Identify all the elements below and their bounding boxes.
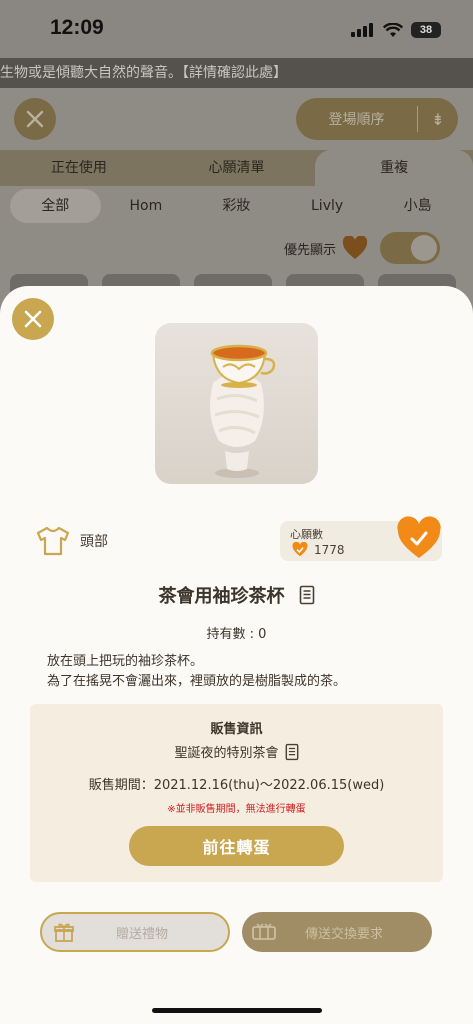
clothing-icon — [36, 526, 70, 556]
sort-icon: ⇟ — [431, 109, 445, 129]
status-time: 12:09 — [50, 16, 104, 39]
item-name: 茶會用袖珍茶杯 — [158, 586, 285, 607]
send-gift-label: 贈送禮物 — [115, 926, 168, 942]
teacup-head-illustration — [210, 344, 276, 478]
wifi-icon — [383, 22, 403, 37]
sale-info-box: 販售資訊 聖誕夜的特別茶會 販售期間：2021.12.16(thu)～2022.… — [30, 704, 443, 882]
item-description-line: 放在頭上把玩的袖珍茶杯。 — [47, 654, 204, 669]
status-icons: 38 — [351, 22, 441, 38]
background-categories: 全部 Hom 彩妝 Livly 小島 — [0, 186, 473, 226]
item-name-row: 茶會用袖珍茶杯 — [0, 582, 473, 608]
item-description-line: 為了在搖晃不會灑出來，裡頭放的是樹脂製成的茶。 — [47, 674, 347, 689]
category-hom: Hom — [129, 198, 163, 214]
send-trade-request-button[interactable]: 傳送交換要求 — [242, 912, 432, 952]
sort-order-button: 登場順序 ⇟ — [296, 98, 458, 140]
close-icon — [26, 110, 44, 128]
item-image — [155, 323, 318, 484]
add-to-wishlist-heart-button[interactable] — [396, 516, 442, 562]
wish-count-value: 1778 — [314, 542, 345, 557]
sale-event-name: 聖誕夜的特別茶會 — [174, 746, 279, 761]
item-description: 放在頭上把玩的袖珍茶杯。 為了在搖晃不會灑出來，裡頭放的是樹脂製成的茶。 — [47, 652, 346, 692]
item-category: 頭部 — [36, 526, 108, 556]
sale-period: 販售期間：2021.12.16(thu)～2022.06.15(wed) — [88, 778, 385, 793]
category-livly: Livly — [311, 198, 344, 214]
document-icon[interactable] — [285, 743, 299, 761]
category-island: 小島 — [403, 198, 432, 214]
wish-count-title: 心願數 — [290, 528, 323, 541]
background-tabs: 正在使用 心願清單 重複 — [0, 150, 473, 186]
tab-duplicates: 重複 — [315, 150, 473, 186]
tab-in-use: 正在使用 — [50, 160, 107, 176]
close-button[interactable] — [12, 298, 54, 340]
owned-count: 持有數 : 0 — [206, 627, 267, 642]
priority-display-row: 優先顯示 — [284, 232, 441, 264]
category-all: 全部 — [10, 189, 101, 223]
send-trade-request-label: 傳送交換要求 — [304, 926, 383, 942]
home-indicator[interactable] — [152, 1008, 322, 1013]
signal-icon — [351, 23, 373, 37]
status-bar: 12:09 38 — [0, 0, 473, 58]
close-icon — [24, 310, 42, 328]
tab-wishlist: 心願清單 — [208, 160, 265, 176]
sale-warning-note: ※並非販售期間，無法進行轉蛋 — [167, 804, 306, 815]
send-gift-button[interactable]: 贈送禮物 — [40, 912, 230, 952]
sort-order-label: 登場順序 — [328, 112, 385, 128]
announcement-marquee[interactable]: 生物或是傾聽大自然的聲音。【詳情確認此處】 — [0, 58, 473, 88]
trade-icon — [242, 922, 286, 942]
go-to-gacha-button[interactable]: 前往轉蛋 — [129, 826, 344, 866]
background-close-button — [14, 98, 56, 140]
gift-icon — [42, 921, 86, 943]
item-category-label: 頭部 — [80, 534, 108, 550]
document-icon[interactable] — [299, 585, 315, 605]
sale-event-row: 聖誕夜的特別茶會 — [30, 742, 443, 761]
wish-count-value-row: 1778 — [292, 542, 345, 557]
priority-toggle — [380, 232, 441, 264]
heart-icon — [342, 236, 368, 259]
battery-icon: 38 — [411, 22, 441, 38]
category-makeup: 彩妝 — [222, 198, 251, 214]
priority-display-label: 優先顯示 — [284, 242, 337, 258]
heart-check-icon — [292, 542, 308, 557]
item-detail-sheet: 頭部 心願數 1778 茶會用袖珍茶杯 持有數 : 0 放在頭上把玩的袖珍茶杯。… — [0, 286, 473, 1024]
sale-info-title: 販售資訊 — [210, 722, 263, 737]
